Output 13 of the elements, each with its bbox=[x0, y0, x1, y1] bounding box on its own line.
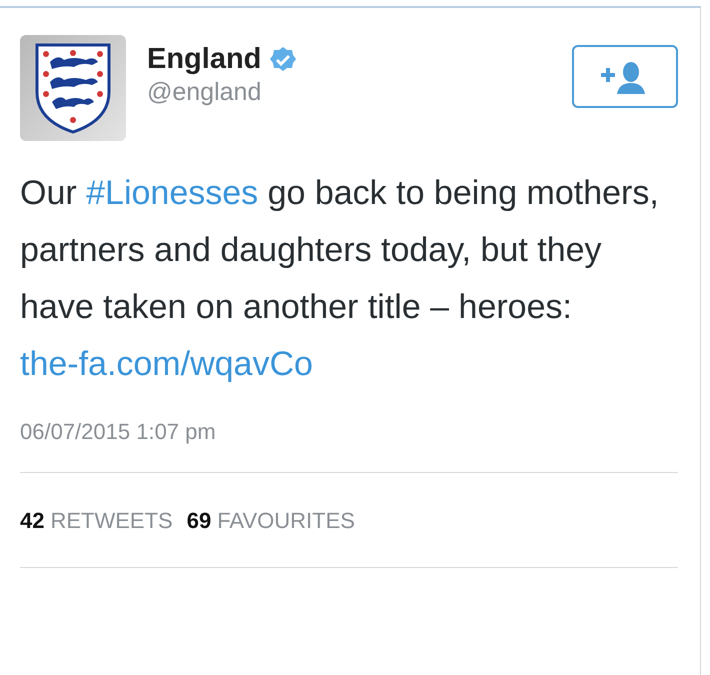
url-link[interactable]: wqavCo bbox=[190, 345, 313, 383]
url-link[interactable]: the-fa.com/ bbox=[20, 345, 190, 383]
follow-button[interactable] bbox=[572, 45, 678, 108]
account-name: England bbox=[147, 45, 262, 74]
account-handle: @england bbox=[147, 80, 262, 105]
stat-label: RETWEETS bbox=[50, 506, 173, 534]
stat-count: 42 bbox=[20, 506, 44, 534]
timestamp: 06/07/2015 1:07 pm bbox=[20, 418, 217, 446]
crest-icon bbox=[34, 42, 112, 134]
tweet-text: Our #Lionesses go back to being mothers, partners and daughters today, but they have taken on another title – heroes: the-fa.com/wqavCo bbox=[20, 173, 660, 385]
stat-count: 69 bbox=[186, 506, 212, 534]
hashtag-link[interactable]: #Lionesses bbox=[86, 174, 258, 212]
stat-label: FAVOURITES bbox=[217, 506, 355, 534]
